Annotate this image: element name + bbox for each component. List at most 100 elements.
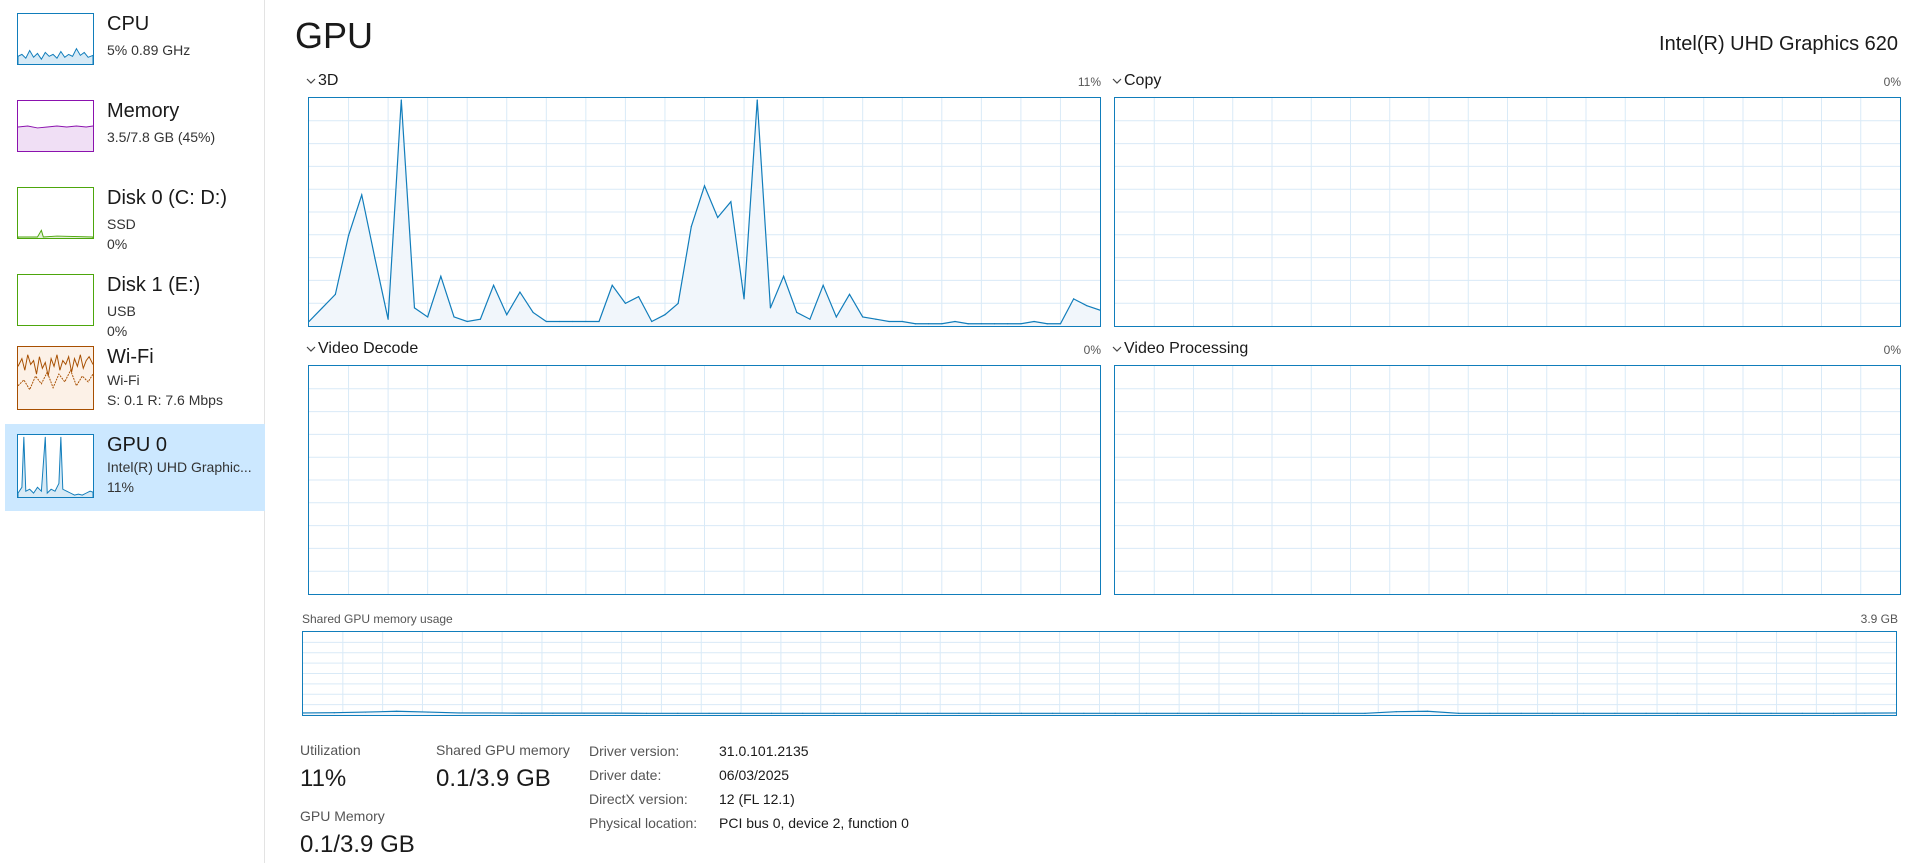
chevron-down-icon[interactable]: [1111, 75, 1123, 87]
graph-3d-plot: [309, 98, 1100, 326]
shared-gpu-memory-value: 0.1/3.9 GB: [436, 765, 551, 792]
data-point: [458, 712, 460, 714]
graph-copy-header[interactable]: Copy 0%: [1106, 72, 1901, 92]
chevron-down-icon[interactable]: [305, 75, 317, 87]
data-point: [374, 257, 376, 259]
chevron-down-icon[interactable]: [1111, 343, 1123, 355]
data-point: [928, 323, 930, 325]
data-point: [717, 216, 719, 219]
data-point: [708, 712, 710, 714]
data-point: [585, 320, 587, 323]
shared-memory-graph-label: Shared GPU memory usage: [302, 612, 453, 626]
data-point: [645, 712, 648, 714]
data-point: [796, 311, 798, 314]
shared-gpu-memory-label: Shared GPU memory: [436, 742, 570, 758]
data-point: [1489, 712, 1491, 714]
utilization-label: Utilization: [300, 742, 361, 758]
data-point: [980, 323, 982, 325]
data-point: [739, 712, 741, 714]
data-point: [1176, 712, 1179, 714]
data-point: [864, 712, 866, 714]
data-point: [489, 712, 492, 714]
data-point: [1458, 712, 1460, 714]
data-point: [677, 712, 679, 714]
data-point: [364, 711, 367, 713]
data-point: [1739, 712, 1741, 714]
sidebar-item-detail: Wi-Fi: [107, 372, 140, 388]
data-point: [1520, 712, 1522, 714]
graph-video-processing-header[interactable]: Video Processing 0%: [1106, 340, 1901, 360]
data-point: [624, 302, 626, 304]
data-point: [1086, 305, 1088, 307]
sidebar-item-value: 0%: [107, 236, 128, 252]
sidebar-item-detail: Intel(R) UHD Graphic...: [107, 459, 252, 475]
sidebar-item-cpu[interactable]: CPU 5% 0.89 GHz: [5, 5, 265, 92]
graph-video-decode-plot: [309, 366, 1100, 594]
data-point: [833, 712, 835, 714]
data-point: [1145, 712, 1147, 714]
data-point: [1426, 710, 1429, 712]
graph-3d-panel: 3D 11%: [300, 72, 1101, 332]
data-point: [730, 201, 732, 203]
data-point: [809, 318, 811, 320]
data-point: [1052, 712, 1054, 714]
data-point: [558, 320, 561, 323]
data-point: [440, 275, 442, 277]
data-point: [614, 712, 616, 714]
sidebar: CPU 5% 0.89 GHz Memory 3.5/7.8 GB (45%) …: [0, 0, 265, 863]
page-title: GPU: [295, 15, 374, 56]
data-point: [598, 320, 600, 323]
sidebar-item-disk1[interactable]: Disk 1 (E:) USB 0%: [5, 266, 265, 353]
data-point: [888, 320, 890, 323]
sidebar-item-value: 11%: [107, 479, 134, 495]
data-point: [1864, 712, 1866, 714]
data-point: [1333, 712, 1335, 714]
data-point: [1020, 323, 1022, 325]
graph-3d-header[interactable]: 3D 11%: [300, 72, 1101, 92]
graph-video-processing-panel: Video Processing 0%: [1106, 340, 1901, 600]
data-point: [901, 320, 903, 323]
data-point: [769, 307, 772, 309]
data-point: [848, 293, 851, 295]
physical-location-value: PCI bus 0, device 2, function 0: [719, 815, 909, 831]
sidebar-item-title: Disk 0 (C: D:): [107, 187, 227, 209]
data-point: [967, 323, 969, 325]
directx-version-value: 12 (FL 12.1): [719, 791, 795, 807]
graph-video-processing-title: Video Processing: [1124, 340, 1249, 357]
data-point: [611, 284, 613, 286]
data-point: [1239, 712, 1241, 714]
sidebar-item-wifi[interactable]: Wi-Fi Wi-Fi S: 0.1 R: 7.6 Mbps: [5, 342, 265, 432]
data-point: [506, 314, 508, 316]
data-point: [1083, 712, 1085, 714]
data-point: [690, 225, 692, 228]
memory-thumbnail-graph: [17, 100, 94, 152]
data-point: [895, 712, 898, 714]
sidebar-item-value: 0%: [107, 323, 128, 339]
driver-version-label: Driver version:: [589, 743, 680, 759]
data-point: [1645, 712, 1647, 714]
sidebar-item-disk0[interactable]: Disk 0 (C: D:) SSD 0%: [5, 179, 265, 266]
data-point: [453, 316, 455, 318]
sidebar-item-title: GPU 0: [107, 434, 168, 456]
graph-copy: [1114, 97, 1901, 327]
sidebar-item-gpu0[interactable]: GPU 0 Intel(R) UHD Graphic... 11%: [5, 424, 265, 511]
graph-video-processing-plot: [1115, 366, 1900, 594]
data-point: [479, 318, 481, 320]
shared-memory-graph: [302, 631, 1897, 716]
data-point: [1832, 712, 1835, 714]
data-point: [993, 323, 996, 325]
sidebar-item-memory[interactable]: Memory 3.5/7.8 GB (45%): [5, 92, 265, 179]
data-point: [492, 284, 495, 286]
data-point: [1020, 712, 1023, 714]
driver-version-value: 31.0.101.2135: [719, 743, 809, 759]
data-point: [743, 298, 745, 300]
sidebar-item-title: Wi-Fi: [107, 346, 154, 368]
shared-memory-graph-plot: [303, 632, 1896, 715]
chevron-down-icon[interactable]: [305, 343, 317, 355]
data-point: [989, 712, 991, 714]
physical-location-label: Physical location:: [589, 815, 698, 831]
graph-copy-plot: [1115, 98, 1900, 326]
graph-3d: [308, 97, 1101, 327]
graph-video-decode-header[interactable]: Video Decode 0%: [300, 340, 1101, 360]
data-point: [1551, 712, 1554, 714]
